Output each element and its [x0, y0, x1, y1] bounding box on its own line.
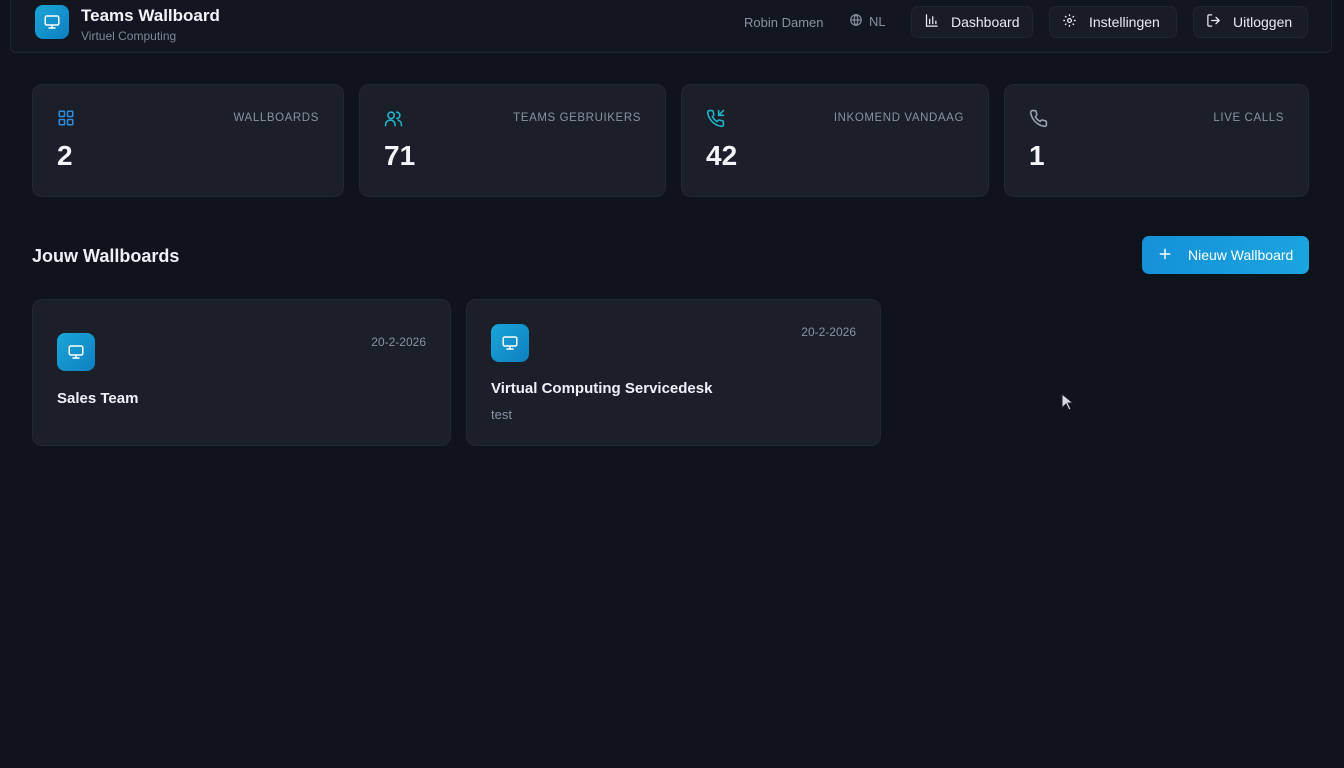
- stat-card-live-calls: LIVE CALLS 1: [1004, 84, 1309, 197]
- monitor-icon: [57, 333, 95, 371]
- stat-label: LIVE CALLS: [1213, 112, 1284, 124]
- stat-label: TEAMS GEBRUIKERS: [513, 112, 641, 124]
- new-wallboard-label: Nieuw Wallboard: [1188, 247, 1294, 263]
- language-switcher[interactable]: NL: [849, 13, 886, 30]
- phone-incoming-icon: [706, 109, 725, 133]
- wallboard-card-servicedesk[interactable]: 20-2-2026 Virtual Computing Servicedesk …: [466, 299, 881, 446]
- monitor-icon: [491, 324, 529, 362]
- app-subtitle: Virtuel Computing: [81, 29, 177, 43]
- top-header: Teams Wallboard Virtuel Computing Robin …: [10, 0, 1332, 53]
- gear-icon: [1062, 13, 1077, 31]
- stat-value: 42: [706, 140, 738, 171]
- stat-card-wallboards: WALLBOARDS 2: [32, 84, 344, 197]
- app-root: Teams Wallboard Virtuel Computing Robin …: [0, 0, 1344, 768]
- wallboard-name: Virtual Computing Servicedesk: [491, 380, 713, 397]
- dashboard-button[interactable]: Dashboard: [911, 6, 1033, 38]
- settings-button[interactable]: Instellingen: [1049, 6, 1177, 38]
- globe-icon: [849, 13, 863, 30]
- stat-value: 1: [1029, 140, 1045, 171]
- phone-icon: [1029, 109, 1048, 133]
- section-title: Jouw Wallboards: [32, 246, 180, 266]
- grid-icon: [57, 109, 75, 132]
- wallboard-date: 20-2-2026: [371, 335, 426, 349]
- stat-label: WALLBOARDS: [233, 112, 319, 124]
- stat-label: INKOMEND VANDAAG: [833, 112, 964, 124]
- stat-card-incoming-today: INKOMEND VANDAAG 42: [681, 84, 989, 197]
- app-title: Teams Wallboard: [81, 6, 220, 25]
- dashboard-label: Dashboard: [951, 14, 1020, 30]
- stat-value: 71: [384, 140, 416, 171]
- wallboard-description: test: [491, 407, 512, 422]
- logout-icon: [1206, 13, 1221, 31]
- bar-chart-icon: [924, 13, 939, 31]
- stat-card-teams-users: TEAMS GEBRUIKERS 71: [359, 84, 666, 197]
- plus-icon: [1158, 247, 1172, 264]
- settings-label: Instellingen: [1089, 14, 1160, 30]
- language-label: NL: [869, 14, 886, 29]
- new-wallboard-button[interactable]: Nieuw Wallboard: [1142, 236, 1309, 274]
- wallboard-name: Sales Team: [57, 390, 139, 407]
- wallboard-date: 20-2-2026: [801, 325, 856, 339]
- users-icon: [384, 109, 403, 133]
- monitor-icon: [35, 5, 69, 39]
- mouse-cursor-icon: [1061, 392, 1075, 416]
- stat-value: 2: [57, 140, 73, 171]
- logout-button[interactable]: Uitloggen: [1193, 6, 1308, 38]
- wallboard-card-sales-team[interactable]: 20-2-2026 Sales Team: [32, 299, 451, 446]
- logout-label: Uitloggen: [1233, 14, 1293, 30]
- user-name: Robin Damen: [744, 15, 824, 30]
